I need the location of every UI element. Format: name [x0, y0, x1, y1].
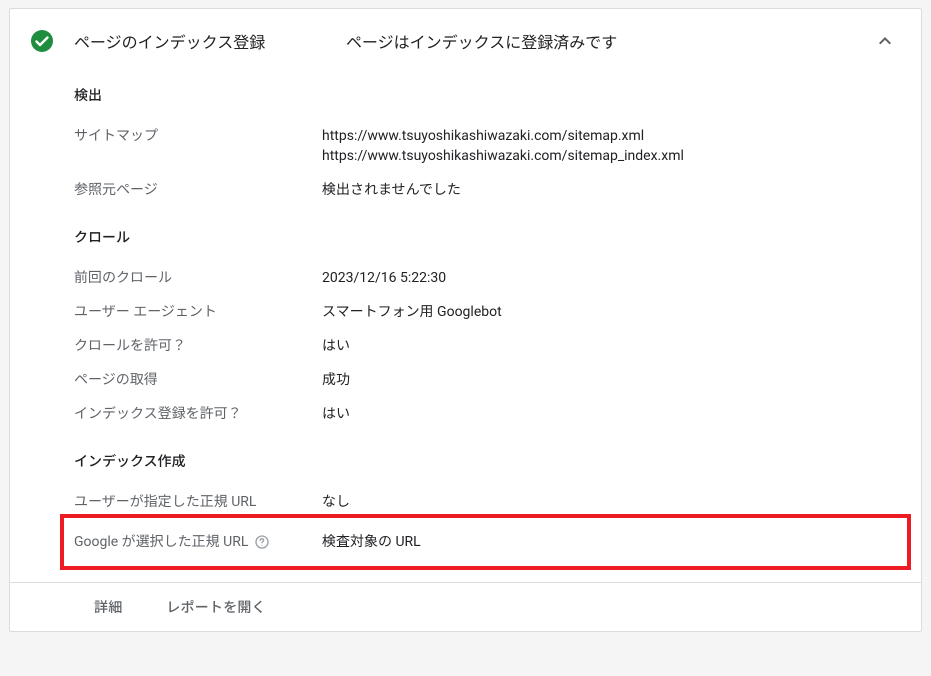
- value-referrer: 検出されませんでした: [322, 180, 897, 200]
- label-page-fetch: ページの取得: [74, 370, 322, 390]
- value-google-canonical: 検査対象の URL: [322, 532, 897, 552]
- row-user-canonical: ユーザーが指定した正規 URL なし: [74, 485, 897, 512]
- label-index-allowed: インデックス登録を許可？: [74, 404, 322, 424]
- row-sitemap: サイトマップ https://www.tsuyoshikashiwazaki.c…: [74, 119, 897, 173]
- label-crawl-allowed: クロールを許可？: [74, 336, 322, 356]
- value-user-agent: スマートフォン用 Googlebot: [322, 302, 897, 322]
- card-title: ページのインデックス登録: [74, 29, 346, 53]
- card-content: 検出 サイトマップ https://www.tsuyoshikashiwazak…: [10, 73, 921, 582]
- label-google-canonical: Google が選択した正規 URL: [74, 532, 322, 552]
- label-sitemap: サイトマップ: [74, 126, 322, 146]
- row-google-canonical: Google が選択した正規 URL 検査対象の URL: [74, 532, 897, 552]
- label-user-agent: ユーザー エージェント: [74, 302, 322, 322]
- label-last-crawl: 前回のクロール: [74, 268, 322, 288]
- value-sitemap: https://www.tsuyoshikashiwazaki.com/site…: [322, 126, 897, 166]
- section-crawl-title: クロール: [74, 215, 897, 261]
- card-status: ページはインデックスに登録済みです: [346, 29, 873, 53]
- label-referrer: 参照元ページ: [74, 180, 322, 200]
- open-report-link[interactable]: レポートを開く: [166, 597, 265, 617]
- sitemap-url-1: https://www.tsuyoshikashiwazaki.com/site…: [322, 126, 897, 146]
- highlight-box: Google が選択した正規 URL 検査対象の URL: [60, 514, 911, 570]
- card-header[interactable]: ページのインデックス登録 ページはインデックスに登録済みです: [10, 9, 921, 73]
- row-referrer: 参照元ページ 検出されませんでした: [74, 173, 897, 207]
- value-user-canonical: なし: [322, 492, 897, 512]
- value-index-allowed: はい: [322, 404, 897, 424]
- row-user-agent: ユーザー エージェント スマートフォン用 Googlebot: [74, 295, 897, 329]
- card-footer: 詳細 レポートを開く: [10, 582, 921, 631]
- section-discovery-title: 検出: [74, 73, 897, 119]
- chevron-up-icon: [873, 29, 897, 53]
- section-indexing-title: インデックス作成: [74, 439, 897, 485]
- check-circle-icon: [30, 29, 54, 53]
- help-icon[interactable]: [254, 534, 270, 550]
- value-page-fetch: 成功: [322, 370, 897, 390]
- row-page-fetch: ページの取得 成功: [74, 363, 897, 397]
- details-link[interactable]: 詳細: [94, 597, 122, 617]
- value-last-crawl: 2023/12/16 5:22:30: [322, 268, 897, 288]
- sitemap-url-2: https://www.tsuyoshikashiwazaki.com/site…: [322, 146, 897, 166]
- row-crawl-allowed: クロールを許可？ はい: [74, 329, 897, 363]
- label-user-canonical: ユーザーが指定した正規 URL: [74, 492, 322, 512]
- row-last-crawl: 前回のクロール 2023/12/16 5:22:30: [74, 261, 897, 295]
- row-index-allowed: インデックス登録を許可？ はい: [74, 397, 897, 431]
- value-crawl-allowed: はい: [322, 336, 897, 356]
- index-status-card: ページのインデックス登録 ページはインデックスに登録済みです 検出 サイトマップ…: [9, 8, 922, 632]
